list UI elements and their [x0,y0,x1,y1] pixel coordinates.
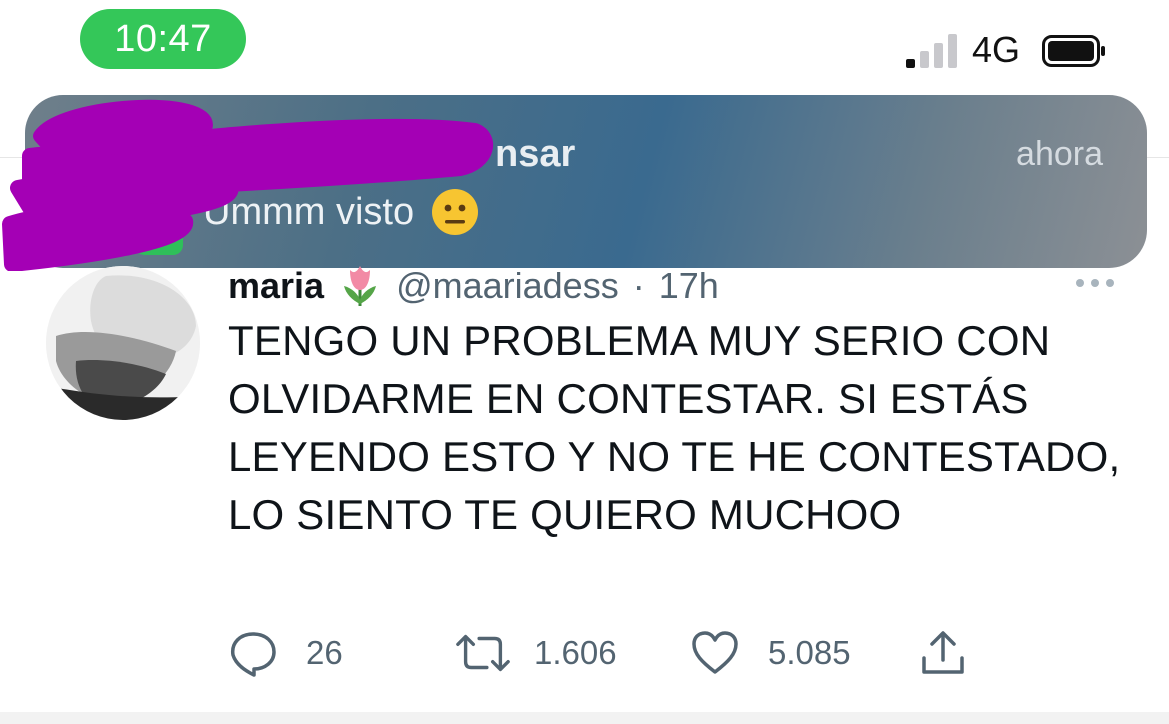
author-name[interactable]: maria [228,265,324,307]
reply-count: 26 [306,634,343,671]
share-button[interactable] [918,626,968,680]
status-time[interactable]: 10:47 [80,9,246,69]
neutral-face-icon [432,189,479,235]
like-count: 5.085 [768,634,851,671]
avatar-image [46,266,200,420]
reply-button[interactable]: 26 [228,626,343,680]
screen: 10:47 4G nsar ahora Ummm visto maria @ma… [0,0,1169,724]
notification-message-text: Ummm visto [203,190,415,233]
header-separator: · [632,265,645,306]
retweet-icon [456,634,510,672]
whatsapp-icon [135,207,183,255]
reply-icon [231,632,276,677]
more-options-icon[interactable] [1072,270,1118,296]
avatar[interactable] [46,266,200,420]
notification-message: Ummm visto [203,187,480,237]
tweet-timestamp[interactable]: 17h [659,265,719,307]
tulip-icon [344,266,377,306]
retweet-button[interactable]: 1.606 [454,626,617,680]
battery-icon [1042,35,1105,67]
bottom-divider [0,712,1169,724]
notification-banner[interactable]: nsar ahora Ummm visto [25,95,1147,268]
notification-time: ahora [1016,135,1103,173]
like-button[interactable]: 5.085 [690,626,851,680]
tweet-text: TENGO UN PROBLEMA MUY SERIO CON OLVIDARM… [228,317,1121,538]
retweet-count: 1.606 [534,634,617,671]
network-type: 4G [972,29,1021,70]
share-icon [922,631,964,674]
signal-strength-icon [906,32,960,68]
author-handle[interactable]: @maariadess [396,265,619,307]
tweet-header: maria @maariadess · 17h [228,262,719,310]
heart-icon [692,631,738,674]
notification-sender: nsar [495,133,576,175]
